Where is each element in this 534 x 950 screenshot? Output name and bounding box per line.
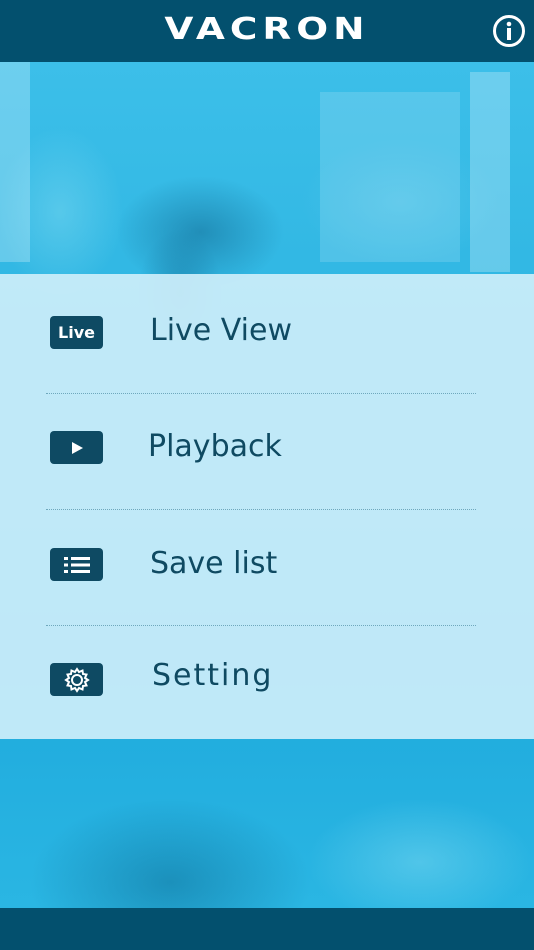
live-icon-text: Live: [58, 323, 95, 342]
menu-item-label: Setting: [152, 658, 274, 693]
menu-item-label: Playback: [148, 429, 282, 464]
live-icon: Live: [50, 316, 103, 349]
gear-icon: [50, 663, 103, 696]
menu-item-label: Save list: [150, 546, 278, 581]
menu-item-label: Live View: [150, 313, 292, 348]
menu-item-setting[interactable]: Setting: [0, 626, 534, 742]
list-icon: [50, 548, 103, 581]
menu-item-playback[interactable]: Playback: [0, 394, 534, 510]
info-button[interactable]: [492, 14, 526, 48]
menu-item-live-view[interactable]: Live Live View: [0, 274, 534, 390]
bottom-bar: [0, 908, 534, 950]
menu-item-save-list[interactable]: Save list: [0, 510, 534, 626]
app-header: VACRON: [0, 0, 534, 62]
info-icon: [493, 15, 525, 47]
play-icon: [50, 431, 103, 464]
vacron-logo: VACRON: [164, 12, 370, 47]
main-menu: Live Live View Playback Save list Settin…: [0, 274, 534, 739]
